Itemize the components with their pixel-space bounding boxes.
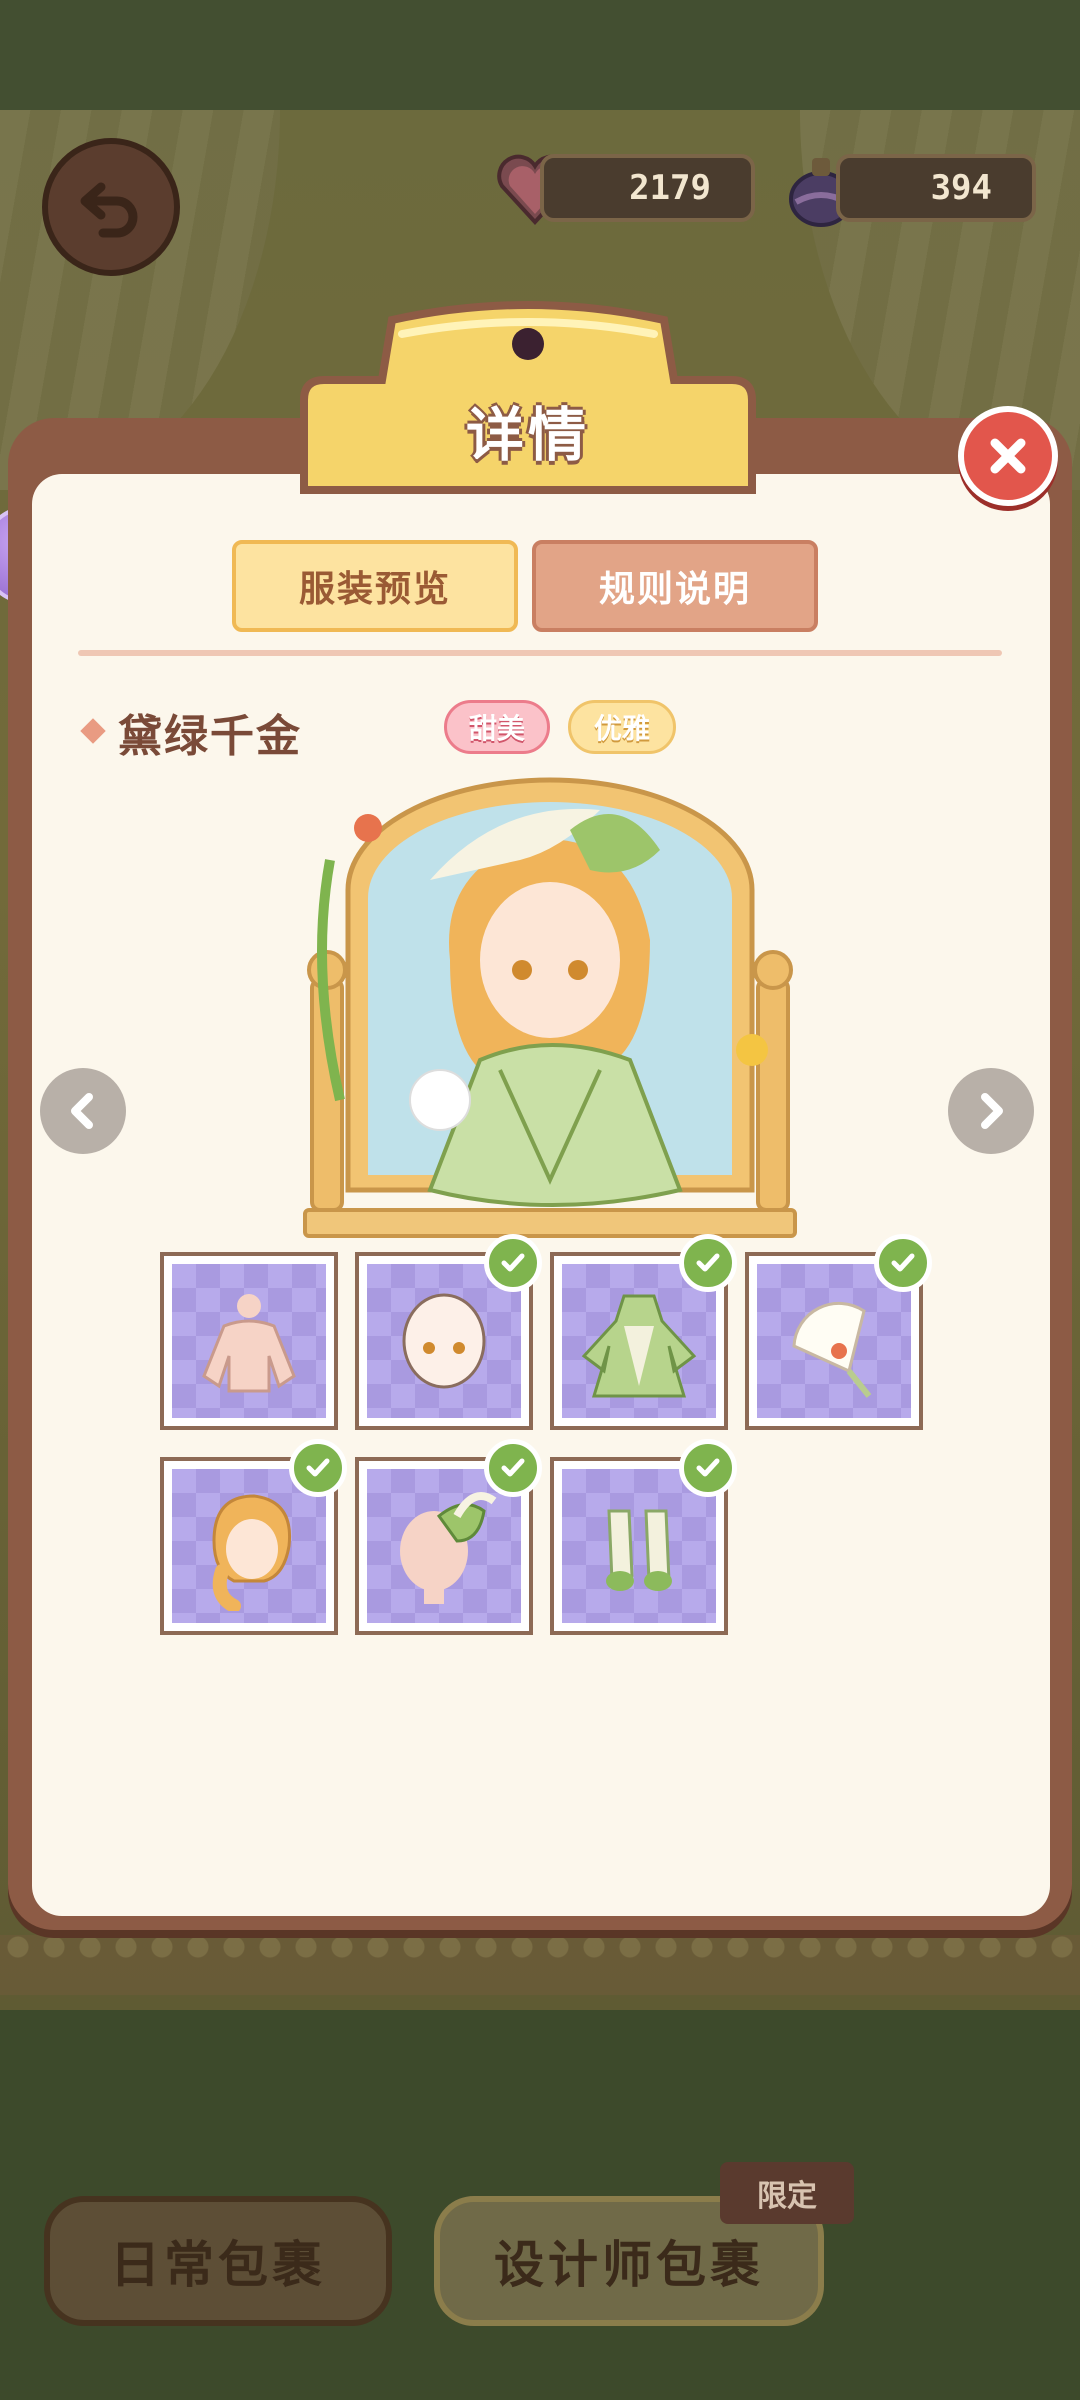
owned-check-fan: [874, 1234, 932, 1292]
outfit-name: 黛绿千金: [118, 711, 302, 762]
check-icon: [696, 1458, 720, 1477]
base-body-icon: [202, 1294, 296, 1393]
check-icon: [501, 1458, 525, 1477]
potion-currency-value: 394: [930, 168, 992, 208]
tab-rules[interactable]: 规则说明: [532, 540, 818, 632]
heart-currency-value: 2179: [629, 168, 711, 208]
limited-badge: 限定: [720, 2162, 854, 2224]
check-icon: [696, 1253, 720, 1272]
owned-check-hair: [289, 1439, 347, 1497]
close-icon: [990, 438, 1026, 474]
modal-title: 详情: [465, 401, 590, 469]
close-button[interactable]: [958, 406, 1058, 506]
back-arrow-icon: [80, 182, 138, 238]
face-icon: [402, 1293, 486, 1389]
owned-check-headdress: [484, 1439, 542, 1497]
owned-check-face: [484, 1234, 542, 1292]
daily-package-button[interactable]: 日常包裹: [44, 2196, 392, 2326]
check-icon: [306, 1458, 330, 1477]
back-button[interactable]: [42, 138, 180, 276]
check-icon: [501, 1253, 525, 1272]
chevron-left-icon: [71, 1093, 93, 1129]
tab-divider: [78, 650, 1002, 656]
bow-headdress-icon: [400, 1492, 497, 1604]
green-dress-icon: [581, 1294, 697, 1398]
outfit-preview-mirror: [303, 777, 797, 1238]
top-banner: [0, 0, 1080, 110]
previous-outfit-button[interactable]: [40, 1068, 126, 1154]
next-outfit-button[interactable]: [948, 1068, 1034, 1154]
tag-elegant: 优雅: [568, 700, 676, 754]
braided-hair-icon: [212, 1494, 292, 1611]
hand-fan-icon: [792, 1301, 872, 1398]
green-shoes-icon: [606, 1509, 672, 1591]
stage-lace-trim: [0, 1935, 1080, 1995]
potion-currency-counter: 394: [836, 154, 1036, 222]
tag-sweet: 甜美: [444, 700, 550, 754]
owned-check-dress: [679, 1234, 737, 1292]
check-icon: [891, 1253, 915, 1272]
chevron-right-icon: [981, 1093, 1003, 1129]
tab-outfit-preview[interactable]: 服装预览: [232, 540, 518, 632]
item-base-body[interactable]: [160, 1252, 338, 1430]
owned-check-shoes: [679, 1439, 737, 1497]
item-tile: [172, 1264, 326, 1418]
heart-currency-counter: 2179: [540, 154, 755, 222]
